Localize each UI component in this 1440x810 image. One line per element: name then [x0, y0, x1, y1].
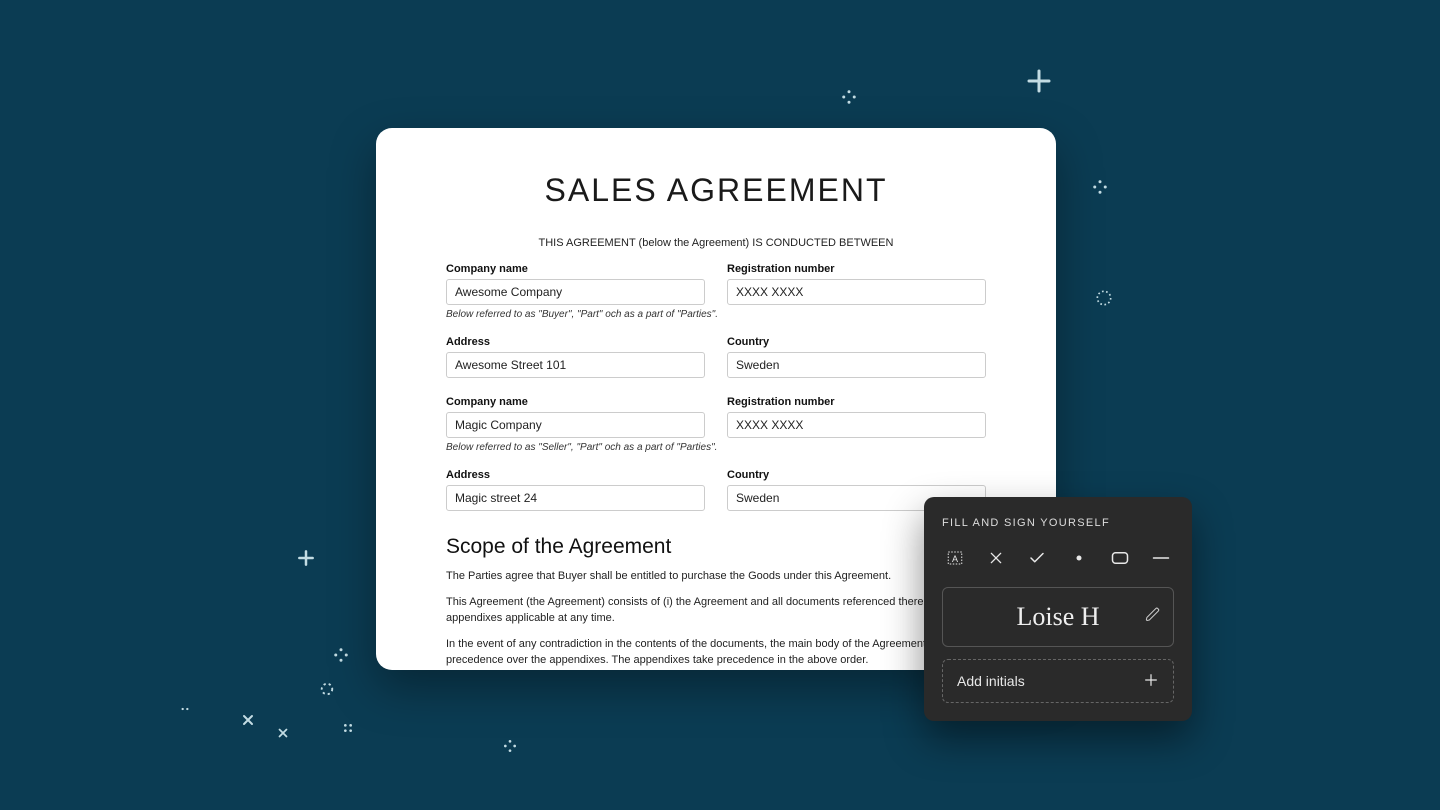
document-title: SALES AGREEMENT [446, 172, 986, 209]
buyer-country-input[interactable] [727, 352, 986, 378]
buyer-reg-label: Registration number [727, 263, 986, 275]
sparkle-icon [1027, 69, 1051, 93]
sparkle-icon [276, 726, 290, 740]
scope-p1: The Parties agree that Buyer shall be en… [446, 569, 986, 585]
sparkle-icon [178, 702, 192, 716]
sparkle-icon [340, 720, 356, 736]
sparkle-icon [1091, 178, 1109, 196]
buyer-company-input[interactable] [446, 279, 705, 305]
sparkle-icon [1094, 288, 1114, 308]
seller-company-input[interactable] [446, 412, 705, 438]
sparkle-icon [502, 738, 518, 754]
sparkle-icon [296, 548, 316, 568]
seller-reg-input[interactable] [727, 412, 986, 438]
signature-text: Loise H [1016, 602, 1099, 632]
document-subtitle: THIS AGREEMENT (below the Agreement) IS … [446, 237, 986, 249]
sparkle-icon [318, 680, 336, 698]
signature-box[interactable]: Loise H [942, 587, 1174, 647]
rect-tool-icon[interactable] [1109, 547, 1131, 569]
tool-row: A [942, 547, 1174, 569]
buyer-note: Below referred to as "Buyer", "Part" och… [446, 309, 986, 320]
scope-heading: Scope of the Agreement [446, 535, 986, 559]
sparkle-icon [240, 712, 256, 728]
cross-tool-icon[interactable] [985, 547, 1007, 569]
buyer-address-input[interactable] [446, 352, 705, 378]
buyer-country-label: Country [727, 336, 986, 348]
sparkle-icon [332, 646, 350, 664]
sparkle-icon [840, 88, 858, 106]
buyer-company-label: Company name [446, 263, 705, 275]
line-tool-icon[interactable] [1150, 547, 1172, 569]
scope-p2: This Agreement (the Agreement) consists … [446, 595, 986, 627]
plus-icon [1143, 672, 1159, 691]
seller-note: Below referred to as "Seller", "Part" oc… [446, 442, 986, 453]
fill-sign-panel: FILL AND SIGN YOURSELF A Loise H Add ini… [924, 497, 1192, 721]
check-tool-icon[interactable] [1026, 547, 1048, 569]
svg-text:A: A [952, 554, 958, 564]
add-initials-label: Add initials [957, 673, 1025, 689]
seller-company-label: Company name [446, 396, 705, 408]
seller-country-label: Country [727, 469, 986, 481]
buyer-reg-input[interactable] [727, 279, 986, 305]
add-initials-button[interactable]: Add initials [942, 659, 1174, 703]
seller-address-input[interactable] [446, 485, 705, 511]
buyer-address-label: Address [446, 336, 705, 348]
seller-reg-label: Registration number [727, 396, 986, 408]
pencil-icon[interactable] [1145, 607, 1161, 628]
dot-tool-icon[interactable] [1068, 547, 1090, 569]
text-tool-icon[interactable]: A [944, 547, 966, 569]
panel-title: FILL AND SIGN YOURSELF [942, 517, 1174, 529]
seller-address-label: Address [446, 469, 705, 481]
scope-p3: In the event of any contradiction in the… [446, 637, 986, 669]
